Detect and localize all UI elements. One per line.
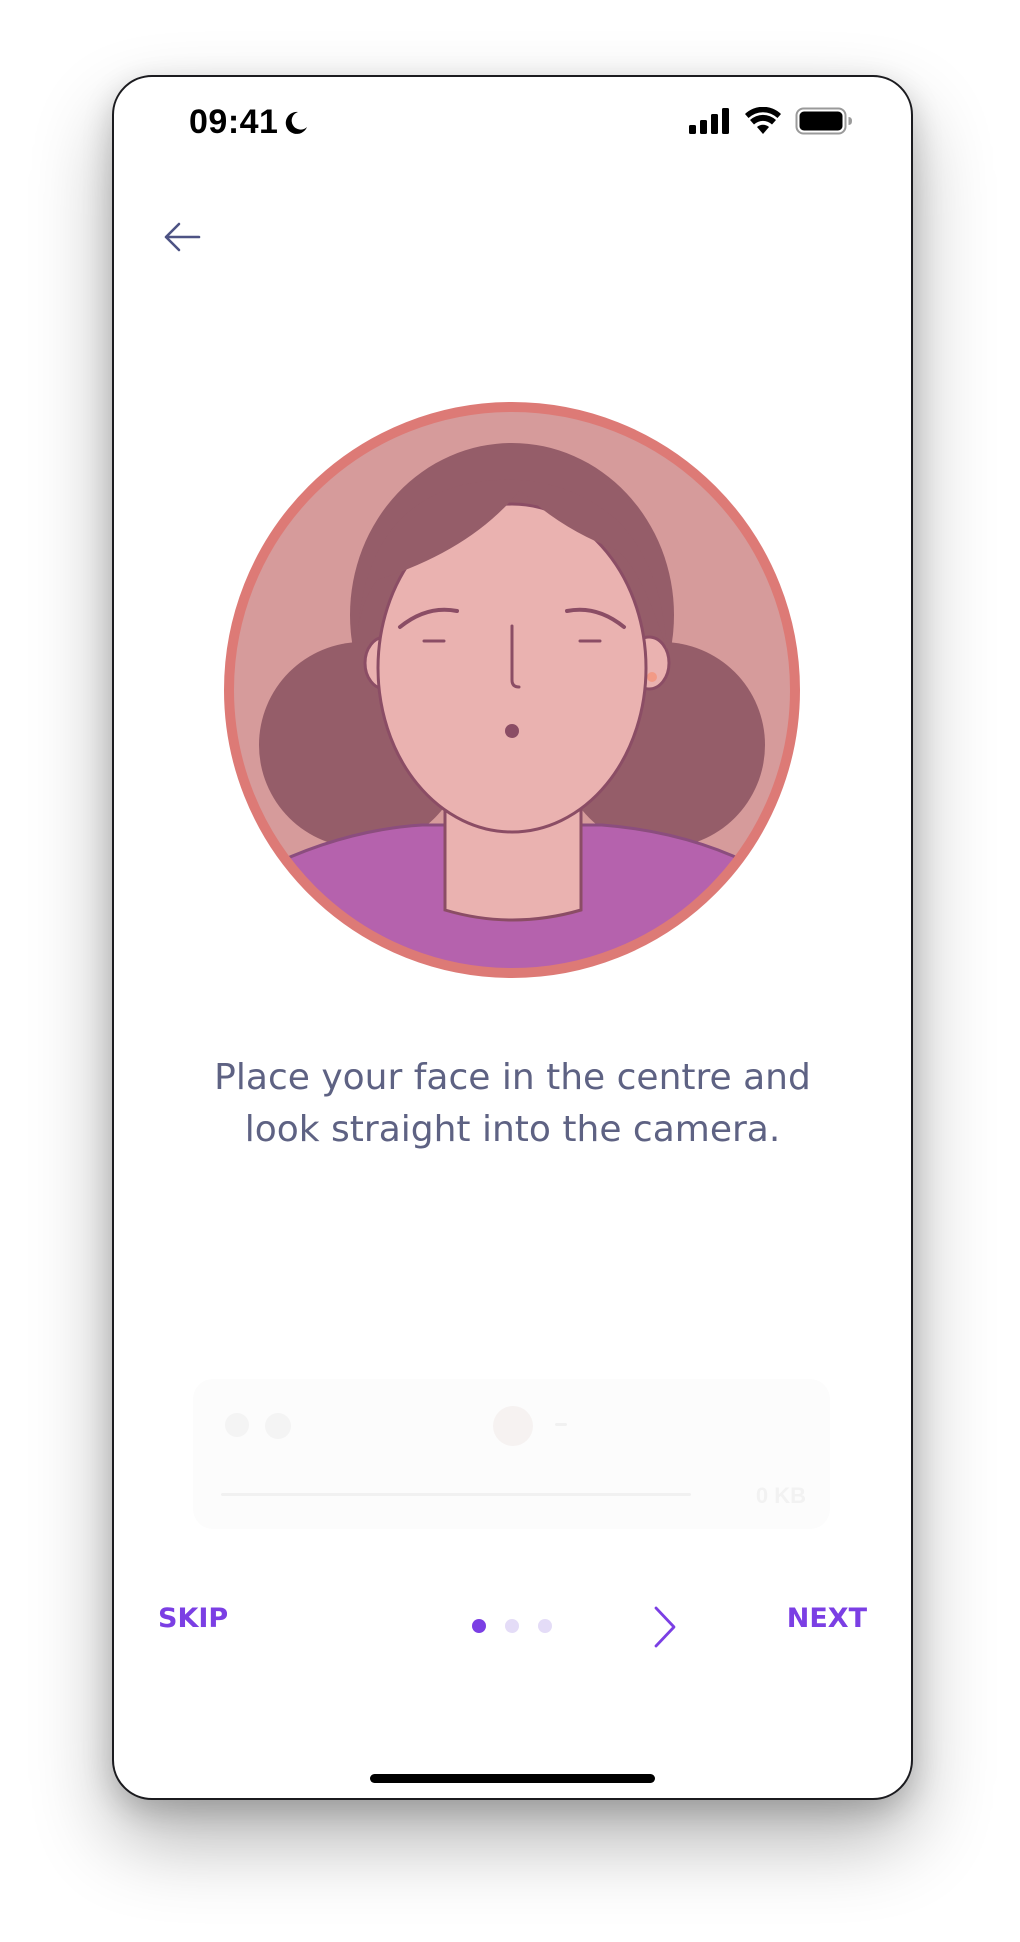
home-indicator[interactable] xyxy=(370,1774,655,1783)
skip-button[interactable]: SKIP xyxy=(158,1603,228,1634)
next-button[interactable]: NEXT xyxy=(787,1603,867,1634)
arrow-left-icon xyxy=(164,222,201,252)
status-bar: 09:41 xyxy=(114,77,911,167)
record-icon xyxy=(493,1406,533,1446)
dropdown-chevron-icon xyxy=(555,1423,567,1426)
ghost-media-player: 0 KB xyxy=(193,1379,830,1529)
screen: 09:41 Place your face in the centre and … xyxy=(0,0,1020,1942)
face-illustration-svg xyxy=(224,402,800,978)
settings-icon xyxy=(265,1413,291,1439)
next-arrow-button[interactable] xyxy=(644,1597,684,1657)
mute-icon xyxy=(225,1413,249,1437)
pagination-dot-3[interactable] xyxy=(538,1619,552,1633)
pagination-dot-2[interactable] xyxy=(505,1619,519,1633)
pagination-dots xyxy=(472,1619,552,1633)
chevron-right-icon xyxy=(654,1606,676,1648)
status-icons xyxy=(689,107,853,135)
wifi-icon xyxy=(745,107,781,134)
onboarding-nav: SKIP NEXT xyxy=(114,1597,911,1657)
cellular-signal-icon xyxy=(689,108,729,134)
file-size-label: 0 KB xyxy=(755,1483,806,1508)
back-button[interactable] xyxy=(152,207,212,267)
battery-icon xyxy=(795,107,852,135)
moon-icon xyxy=(286,111,308,134)
phone-frame: 09:41 Place your face in the centre and … xyxy=(112,75,913,1800)
face-avatar-illustration xyxy=(222,400,802,980)
progress-track xyxy=(221,1493,691,1496)
instruction-text: Place your face in the centre and look s… xyxy=(214,1057,811,1150)
status-time: 09:41 xyxy=(189,103,279,141)
status-time-group: 09:41 xyxy=(189,103,310,142)
pagination-dot-1[interactable] xyxy=(472,1619,486,1633)
